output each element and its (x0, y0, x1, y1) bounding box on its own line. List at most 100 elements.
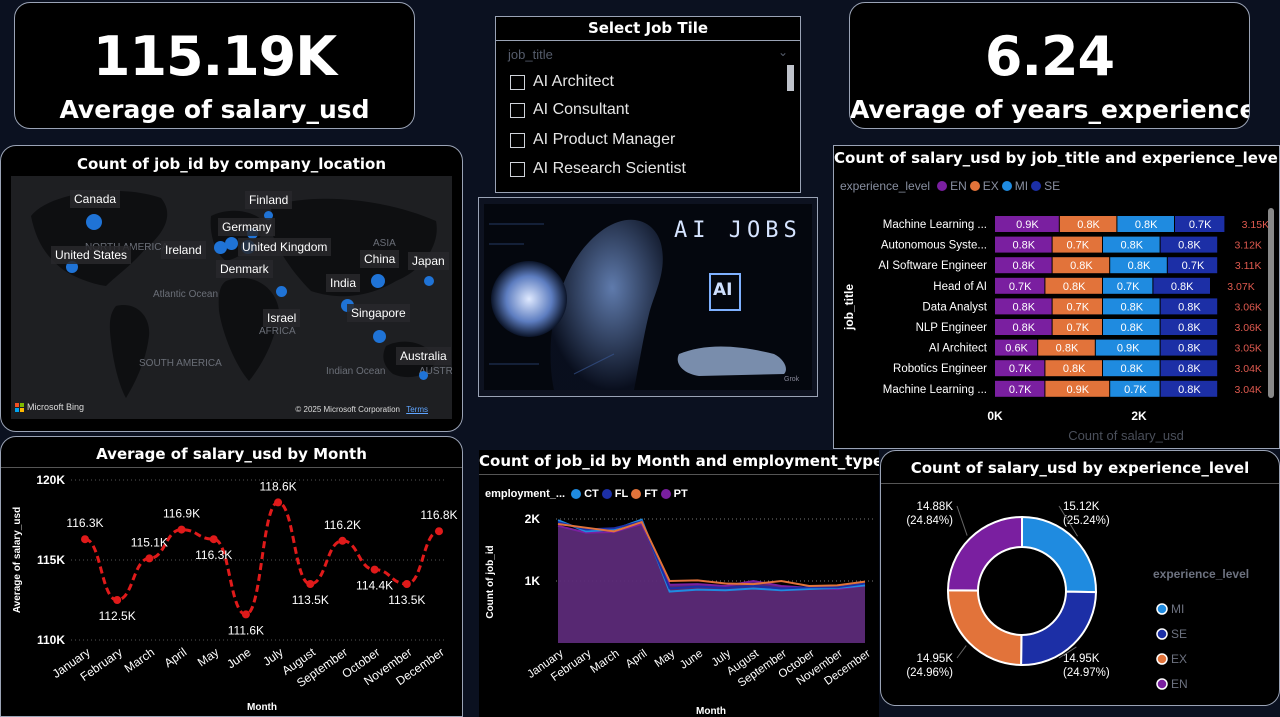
bar-segment-label: 0.8K (1178, 301, 1201, 313)
map-label-australia: Australia (396, 347, 451, 365)
donut-slice-ex[interactable] (947, 589, 1023, 667)
line-point[interactable] (177, 525, 186, 534)
line-data-label: 114.4K (356, 579, 393, 593)
line-point[interactable] (338, 536, 347, 545)
map-bubble-australia[interactable] (419, 371, 428, 380)
bar-segment-label: 0.8K (1120, 301, 1143, 313)
line-point[interactable] (274, 498, 283, 507)
bing-text: Microsoft Bing (27, 402, 85, 412)
map-bubble-israel[interactable] (276, 286, 287, 297)
checkbox[interactable] (510, 161, 525, 177)
bar-total-label: 3.12K (1234, 240, 1261, 252)
bar-scrollbar[interactable] (1268, 208, 1274, 398)
line-y-tick: 120K (36, 473, 65, 487)
line-point[interactable] (113, 596, 122, 604)
map-bubble-china[interactable] (371, 274, 385, 288)
line-point[interactable] (402, 580, 411, 588)
bar-segment-label: 0.8K (1012, 240, 1035, 252)
legend-label-en: EN (950, 179, 967, 193)
map-label-ireland: Ireland (161, 241, 206, 259)
donut-legend-dot (1156, 603, 1168, 615)
line-data-label: 112.5K (99, 609, 136, 623)
line-chart[interactable]: 120K 115K 110K Average of salary_usd Month 11… (1, 468, 463, 717)
donut-chart-title: Count of salary_usd by experience_level (910, 459, 1250, 477)
slicer-scrollbar[interactable] (787, 65, 794, 91)
line-point[interactable] (209, 535, 218, 544)
geo-label-indian-ocean: Indian Ocean (326, 366, 386, 377)
legend-label-fl: FL (614, 488, 629, 500)
donut-chart[interactable]: 15.12K (25.24%) 14.95K (24.97%) 14.95K (24.96… (881, 484, 1280, 706)
area-legend: employment_... CT FL FT PT (485, 488, 688, 500)
map-label-united-states: United States (51, 246, 132, 264)
legend-dot-pt (660, 489, 671, 499)
bar-x-axis-title: Count of salary_usd (1068, 428, 1184, 443)
ai-jobs-image: AI JOBS AI Grok (484, 204, 812, 390)
line-data-label: 116.3K (195, 548, 232, 562)
map-bubble-japan[interactable] (424, 276, 434, 286)
map-label-denmark: Denmark (216, 260, 273, 278)
bar-segment-label: 0.8K (1120, 322, 1143, 334)
slicer-item-ai-architect[interactable]: AI Architect (510, 71, 614, 93)
area-x-axis-title: Month (696, 706, 726, 717)
chevron-down-icon[interactable]: ⌄ (778, 45, 788, 59)
terms-link[interactable]: Terms (406, 405, 428, 414)
checkbox[interactable] (510, 74, 525, 90)
legend-label-ex: EX (982, 179, 999, 193)
bar-segment-label: 0.6K (1005, 343, 1028, 355)
line-point[interactable] (241, 610, 250, 619)
bar-segment-label: 0.7K (1182, 260, 1205, 272)
line-data-label: 113.5K (292, 593, 329, 607)
logo-square-yellow (20, 407, 24, 412)
donut-legend-dot (1156, 678, 1168, 690)
donut-value-label: 14.88K (917, 501, 954, 513)
line-point[interactable] (435, 527, 443, 536)
stacked-bar-chart[interactable]: job_title Machine Learning ... 0.9K 0.8K 0.8… (834, 196, 1280, 449)
bar-segment-label: 0.8K (1063, 363, 1086, 375)
legend-title: employment_... (485, 488, 566, 500)
donut-slice-mi[interactable] (1021, 515, 1097, 594)
donut-percent-label: (24.84%) (906, 515, 953, 527)
bar-segment-label: 0.8K (1056, 343, 1079, 355)
area-y-axis-title: Count of job_id (485, 545, 496, 618)
map-label-canada: Canada (70, 190, 121, 208)
world-map[interactable]: NORTH AMERICA Atlantic Ocean ASIA AFRICA… (11, 176, 452, 419)
line-chart-title: Average of salary_usd by Month (96, 445, 367, 463)
line-x-tick: March (122, 645, 157, 676)
bar-segment-label: 0.7K (1009, 363, 1032, 375)
checkbox[interactable] (510, 132, 525, 148)
line-point[interactable] (306, 580, 315, 588)
line-y-tick: 110K (37, 633, 65, 647)
bar-segment-label: 0.8K (1171, 281, 1194, 293)
map-label-israel: Israel (263, 309, 301, 327)
donut-legend-dot (1156, 653, 1168, 665)
checkbox[interactable] (510, 102, 525, 118)
kpi-salary-value: 115.19K (92, 25, 337, 88)
line-point[interactable] (81, 535, 89, 544)
bar-total-label: 3.11K (1235, 260, 1262, 272)
map-label-germany: Germany (218, 218, 276, 236)
line-data-label: 111.6K (228, 623, 264, 637)
area-x-tick: May (653, 647, 678, 669)
donut-value-label: 14.95K (917, 653, 954, 665)
bing-logo: Microsoft Bing (15, 402, 84, 412)
area-chart[interactable]: 2K1KCount of job_idMonthJanuaryFebruaryM… (479, 507, 879, 717)
bar-segment-label: 0.7K (1117, 281, 1140, 293)
line-data-label: 118.6K (260, 479, 297, 493)
donut-chart-card: Count of salary_usd by experience_level … (880, 450, 1280, 706)
map-bubble-singapore[interactable] (373, 330, 386, 343)
line-x-tick: May (195, 645, 222, 669)
map-label-japan: Japan (408, 252, 449, 270)
slicer-item-ai-consultant[interactable]: AI Consultant (510, 99, 629, 121)
area-chart-title: Count of job_id by Month and employment_… (479, 452, 879, 470)
kpi-card-salary: 115.19K Average of salary_usd (14, 2, 415, 129)
map-bubble-canada[interactable] (86, 214, 102, 230)
line-point[interactable] (370, 565, 379, 574)
donut-slice-en[interactable] (946, 515, 1023, 592)
ai-jobs-headline: AI JOBS (674, 218, 802, 243)
slicer-item-ai-research-scientist[interactable]: AI Research Scientist (510, 158, 686, 180)
map-bubble-united-kingdom[interactable] (225, 237, 238, 250)
bar-total-label: 3.07K (1227, 281, 1254, 293)
donut-legend-dot (1156, 628, 1168, 640)
slicer-item-ai-product-manager[interactable]: AI Product Manager (510, 129, 675, 151)
line-point[interactable] (145, 554, 154, 563)
